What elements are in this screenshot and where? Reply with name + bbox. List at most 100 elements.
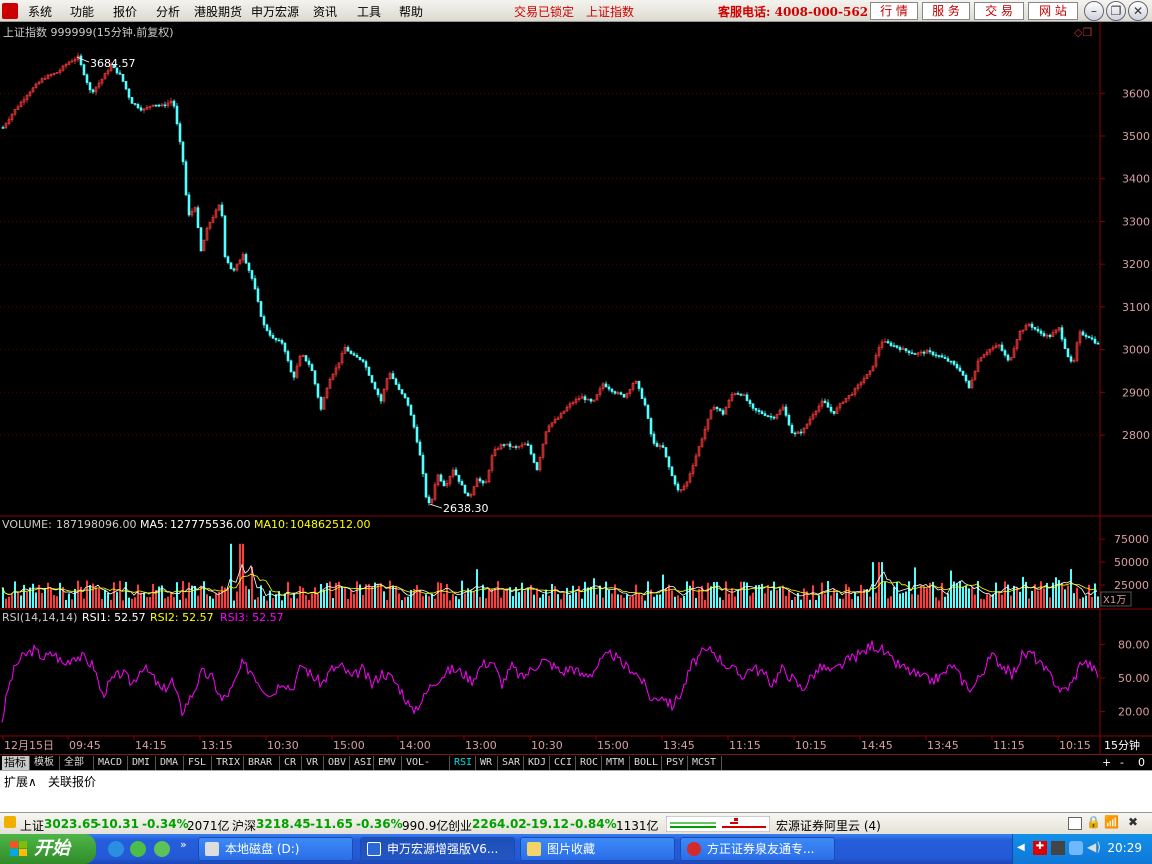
candle-body [619,392,623,395]
taskbar-app-disk[interactable]: 本地磁盘 (D:) [198,837,353,861]
volume-bar [821,582,823,608]
candle-body [676,483,680,491]
indicator-tab-全部[interactable]: 全部 [62,756,94,770]
cy-label[interactable]: 创业 [448,817,472,834]
indicator-tab-指标[interactable]: 指标 [2,756,30,770]
sh-value: 3023.65 [44,817,99,831]
candle-body [934,354,938,357]
service-button[interactable]: 服 务 [922,2,970,20]
menu-help[interactable]: 帮助 [399,3,423,20]
tray-network-icon[interactable] [1051,841,1065,855]
indicator-tab-rsi[interactable]: RSI [452,756,476,770]
candle-body [157,104,161,107]
kline-chart[interactable]: 上证指数 999999(15分钟.前复权) ◇❐ 2800 2900 3000 310… [0,22,1152,754]
period-label[interactable]: 15分钟 [1104,738,1140,752]
indicator-tab-trix[interactable]: TRIX [214,756,244,770]
indicator-tab-vr[interactable]: VR [304,756,324,770]
market-button[interactable]: 行 情 [870,2,918,20]
minimize-icon[interactable]: – [1084,1,1104,21]
volume-bar [269,590,271,608]
indicator-tab-brar[interactable]: BRAR [246,756,280,770]
candle-body [466,492,470,497]
indicator-tab-sar[interactable]: SAR [500,756,524,770]
tray-expand-icon[interactable]: ◀ [1017,842,1025,853]
indicator-tab-cr[interactable]: CR [282,756,302,770]
panel-option-icon[interactable]: ◇❐ [1074,26,1092,39]
menu-function[interactable]: 功能 [70,3,94,20]
more-quicklaunch-icon[interactable]: » [180,838,187,851]
close-icon[interactable]: ✕ [1128,1,1148,21]
menu-quote[interactable]: 报价 [113,3,137,20]
hs-label[interactable]: 沪深 [232,817,256,834]
chrome-icon[interactable] [154,841,170,857]
candle-body [268,330,272,336]
candle-body [415,426,419,443]
time-tick-label: 14:45 [861,739,893,752]
signal-icon[interactable]: 📶 [1104,815,1119,829]
candle-body [964,375,968,382]
volume-bar [452,593,454,608]
lock-icon[interactable]: 🔒 [1086,815,1101,829]
zoom-in-button[interactable]: + [1102,756,1111,769]
indicator-tab-kdj[interactable]: KDJ [526,756,550,770]
indicator-tab-mcst[interactable]: MCST [690,756,722,770]
settings-icon[interactable]: ✖ [1128,815,1138,829]
indicator-tab-cci[interactable]: CCI [552,756,576,770]
indicator-tab-asi[interactable]: ASI [352,756,374,770]
chart-area[interactable]: 上证指数 999999(15分钟.前复权) ◇❐ 2800 2900 3000 310… [0,22,1152,754]
broker-server[interactable]: 宏源证券阿里云 (4) [776,817,881,834]
menu-hk-futures[interactable]: 港股期货 [194,3,242,20]
indicator-tab-fsl[interactable]: FSL [186,756,212,770]
indicator-tab-vol-tdx[interactable]: VOL-TDX [404,756,450,782]
menu-analysis[interactable]: 分析 [156,3,180,20]
indicator-tab-模板[interactable]: 模板 [32,756,60,770]
indicator-tab-boll[interactable]: BOLL [632,756,662,770]
volume-bar [752,592,754,608]
trade-button[interactable]: 交 易 [974,2,1024,20]
candle-body [607,386,611,390]
tray-shield-icon[interactable] [1069,841,1083,855]
volume-bar [548,595,550,608]
indicator-tab-obv[interactable]: OBV [326,756,350,770]
tray-volume-icon[interactable]: ◀) [1087,840,1101,854]
indicator-tab-psy[interactable]: PSY [664,756,688,770]
tray-cross-icon[interactable]: ✚ [1033,841,1047,855]
volume-bar [944,596,946,608]
browser-icon[interactable] [130,841,146,857]
sh-label[interactable]: 上证 [20,817,44,834]
start-button[interactable]: 开始 [0,834,96,864]
menu-tools[interactable]: 工具 [357,3,381,20]
indicator-tab-mtm[interactable]: MTM [604,756,630,770]
website-button[interactable]: 网 站 [1028,2,1078,20]
indicator-tab-macd[interactable]: MACD [96,756,128,770]
candle-body [1048,334,1052,337]
current-index-label[interactable]: 上证指数 [586,3,634,20]
ie-icon[interactable] [108,841,124,857]
zoom-out-button[interactable]: - [1120,756,1124,769]
indicator-tab-dmi[interactable]: DMI [130,756,156,770]
volume-bar [377,584,379,608]
trade-lock-status[interactable]: 交易已锁定 [514,3,574,20]
indicator-tab-wr[interactable]: WR [478,756,498,770]
taskbar-app-pictures[interactable]: 图片收藏 [520,837,675,861]
menu-system[interactable]: 系统 [28,3,52,20]
volume-bar [311,593,313,608]
menu-news[interactable]: 资讯 [313,3,337,20]
volume-bar [314,587,316,608]
taskbar-app-shenwan[interactable]: 申万宏源增强版V6... [360,837,515,861]
indicator-tab-emv[interactable]: EMV [376,756,402,770]
indicator-tab-roc[interactable]: ROC [578,756,602,770]
volume-bar [698,589,700,608]
zoom-reset-button[interactable]: 0 [1138,756,1145,769]
taskbar-app-founder[interactable]: 方正证券泉友通专... [680,837,835,861]
layout-icon[interactable] [1068,817,1082,830]
candle-body [1090,337,1094,340]
volume-bar [164,598,166,608]
indicator-tab-dma[interactable]: DMA [158,756,184,770]
taskbar: 开始 » 本地磁盘 (D:) 申万宏源增强版V6... 图片收藏 方正证券泉友通… [0,834,1152,864]
volume-bar [953,581,955,608]
candle-body [355,355,359,358]
restore-icon[interactable]: ❐ [1106,1,1126,21]
volume-bar [659,594,661,608]
menu-shenwan[interactable]: 申万宏源 [251,3,299,20]
